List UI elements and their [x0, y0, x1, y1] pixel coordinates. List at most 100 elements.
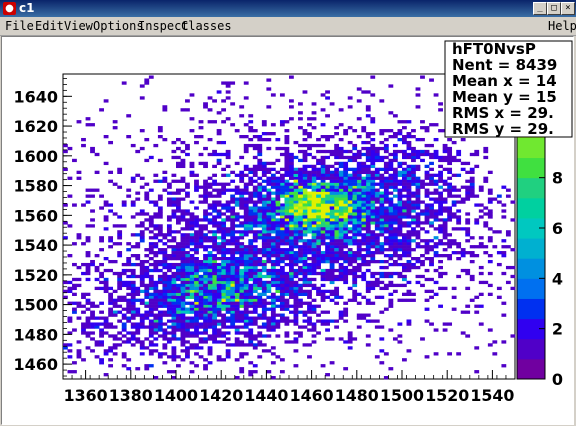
- histogram-cell: [460, 254, 466, 258]
- histogram-cell: [225, 283, 231, 288]
- histogram-cell: [451, 215, 457, 219]
- histogram-cell: [501, 203, 507, 207]
- histogram-cell: [415, 137, 421, 142]
- histogram-cell: [171, 215, 177, 219]
- histogram-cell: [329, 259, 335, 264]
- histogram-cell: [252, 301, 258, 305]
- histogram-cell: [505, 280, 511, 285]
- histogram-cell: [415, 265, 421, 270]
- histogram-cell: [180, 197, 186, 201]
- histogram-cell: [279, 233, 285, 237]
- histogram-cell: [334, 191, 340, 195]
- histogram-cell: [347, 185, 353, 189]
- histogram-cell: [361, 254, 367, 258]
- menu-options[interactable]: Options: [93, 19, 144, 33]
- menu-file[interactable]: File: [5, 19, 34, 33]
- histogram-cell: [406, 221, 412, 225]
- histogram-cell: [334, 254, 340, 258]
- histogram-cell: [311, 340, 317, 344]
- histogram-cell: [302, 343, 308, 347]
- histogram-cell: [194, 221, 199, 225]
- root-canvas[interactable]: 1360 1380 1400 1420 1440 1460 1480 1500 1520 1540…: [1, 36, 574, 425]
- histogram-cell: [203, 209, 208, 213]
- histogram-cell: [388, 224, 394, 228]
- histogram-cell: [225, 277, 231, 282]
- histogram-cell: [379, 176, 385, 180]
- histogram-cell: [85, 117, 91, 121]
- histogram-cell: [293, 173, 299, 177]
- histogram-cell: [230, 257, 236, 261]
- histogram-cell: [266, 167, 272, 172]
- histogram-cell: [180, 313, 186, 317]
- histogram-cell: [492, 197, 498, 201]
- histogram-cell: [374, 236, 380, 240]
- histogram-cell: [406, 245, 412, 249]
- title-bar[interactable]: ● c1 _ □ ×: [0, 0, 576, 17]
- menu-edit[interactable]: Edit: [35, 19, 64, 33]
- histogram-cell: [239, 304, 245, 308]
- histogram-cell: [234, 271, 240, 276]
- histogram-cell: [370, 179, 376, 183]
- histogram-cell: [338, 271, 344, 276]
- histogram-cell: [392, 239, 398, 243]
- histogram-cell: [85, 331, 91, 335]
- histogram-cell: [261, 251, 267, 255]
- maximize-button[interactable]: □: [547, 2, 561, 15]
- histogram-cell: [266, 257, 272, 261]
- histogram-cell: [257, 251, 263, 255]
- histogram-cell: [420, 254, 425, 258]
- histogram-cell: [356, 167, 362, 172]
- histogram-cell: [130, 176, 136, 180]
- root-app-icon[interactable]: ●: [3, 2, 16, 15]
- histogram-cell: [465, 179, 471, 183]
- histogram-cell: [157, 352, 163, 356]
- histogram-cell: [424, 149, 430, 154]
- minimize-button[interactable]: _: [533, 2, 547, 15]
- histogram-cell: [365, 283, 371, 288]
- histogram-cell: [347, 105, 353, 109]
- histogram-cell: [243, 215, 249, 219]
- menu-help[interactable]: Help: [548, 19, 576, 33]
- histogram-2d-chart[interactable]: 1360 1380 1400 1420 1440 1460 1480 1500 1520 1540…: [2, 37, 573, 424]
- histogram-cell: [302, 218, 308, 222]
- histogram-cell: [420, 209, 425, 213]
- menu-classes[interactable]: Classes: [181, 19, 232, 33]
- histogram-cell: [406, 209, 412, 213]
- histogram-cell: [438, 304, 443, 308]
- histogram-cell: [72, 370, 77, 374]
- histogram-cell: [148, 221, 154, 225]
- close-button[interactable]: ×: [561, 2, 575, 15]
- stats-box[interactable]: hFT0NvsP Nent = 8439 Mean x = 14 Mean y …: [444, 40, 573, 138]
- histogram-cell: [307, 322, 312, 326]
- menu-view[interactable]: View: [64, 19, 93, 33]
- histogram-cell: [162, 259, 168, 264]
- histogram-cell: [469, 152, 475, 157]
- histogram-cell: [248, 340, 254, 344]
- histogram-cell: [311, 212, 317, 216]
- histogram-cell: [284, 218, 290, 222]
- histogram-cell: [334, 319, 340, 323]
- histogram-cell: [203, 257, 208, 261]
- histogram-cell: [406, 254, 412, 258]
- histogram-cell: [261, 268, 267, 273]
- histogram-cell: [325, 295, 330, 299]
- histogram-cell: [90, 218, 95, 222]
- histogram-cell: [171, 286, 177, 291]
- histogram-cell: [198, 268, 204, 273]
- histogram-cell: [194, 283, 199, 288]
- histogram-cell: [194, 280, 199, 285]
- histogram-cell: [221, 248, 227, 252]
- histogram-cell: [352, 185, 358, 189]
- histogram-cell: [361, 126, 367, 130]
- histogram-cell: [234, 319, 240, 323]
- histogram-cell: [397, 197, 403, 201]
- histogram-cell: [456, 257, 462, 261]
- histogram-cell: [72, 310, 77, 314]
- histogram-cell: [212, 262, 217, 267]
- histogram-cell: [433, 137, 439, 142]
- histogram-cell: [171, 295, 177, 299]
- histogram-cell: [320, 123, 326, 127]
- histogram-cell: [144, 265, 150, 270]
- histogram-cell: [72, 203, 77, 207]
- histogram-cell: [266, 209, 272, 213]
